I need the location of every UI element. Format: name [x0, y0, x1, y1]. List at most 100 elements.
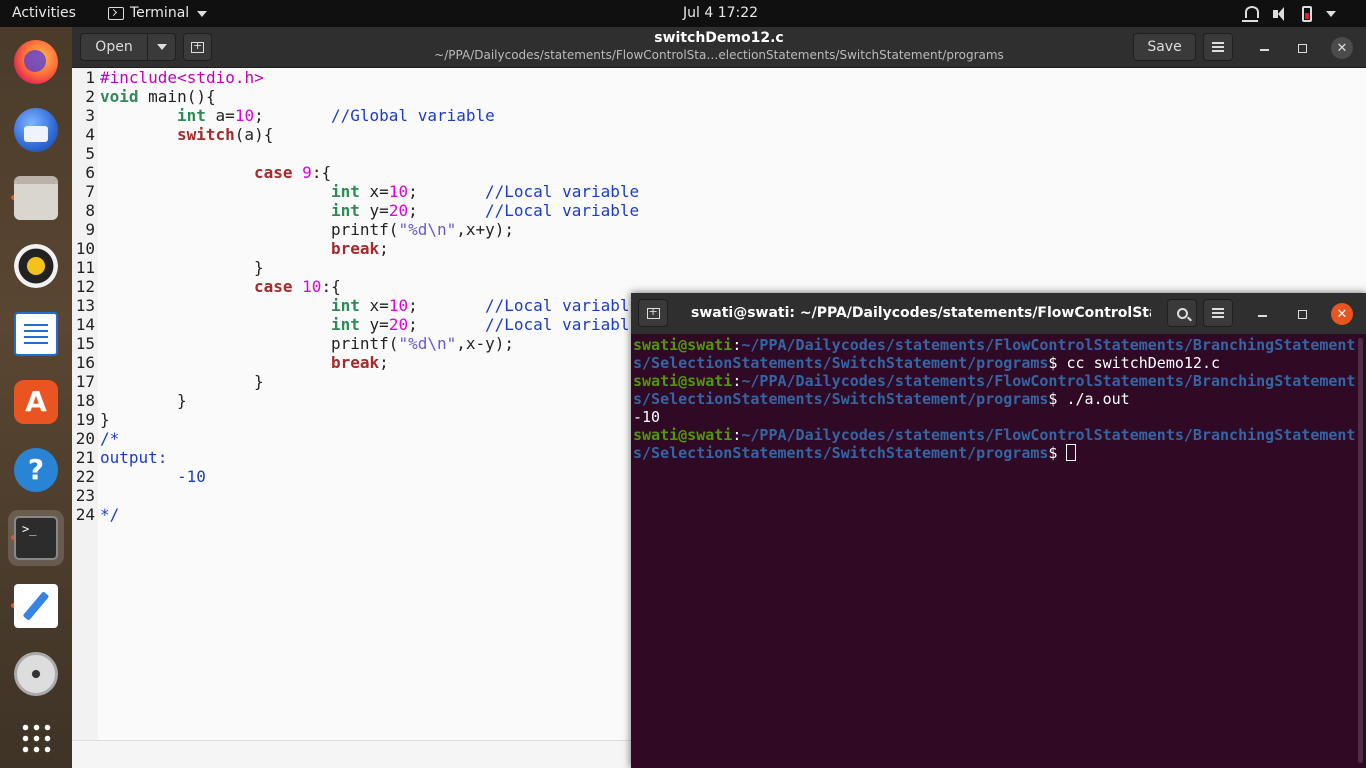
line-number: 5: [85, 144, 95, 163]
line-number: 16: [75, 353, 95, 372]
code-token: 10: [388, 296, 409, 315]
maximize-button[interactable]: [1291, 303, 1313, 325]
code-comment: /*: [100, 429, 120, 448]
show-apps-button[interactable]: [8, 710, 64, 766]
command-text: $ ./a.out: [1048, 390, 1130, 408]
code-token: 20: [388, 201, 409, 220]
code-comment: //Local variable: [485, 182, 640, 201]
maximize-button[interactable]: [1291, 37, 1313, 59]
code-token: printf(: [331, 334, 399, 353]
dock-disc[interactable]: [8, 646, 64, 702]
firefox-icon: [14, 40, 58, 84]
code-token: ,x-y);: [456, 334, 515, 353]
code-comment: //Local variable: [485, 201, 640, 220]
dock: [0, 27, 72, 768]
terminal-output[interactable]: swati@swati:~/PPA/Dailycodes/statements/…: [633, 336, 1355, 462]
line-number: 11: [75, 258, 95, 277]
line-number: 10: [75, 239, 95, 258]
code-token: ;: [379, 239, 389, 258]
program-output: -10: [633, 408, 661, 426]
new-tab-button[interactable]: [638, 299, 668, 327]
clock[interactable]: Jul 4 17:22: [683, 0, 758, 27]
menu-button[interactable]: [1203, 33, 1233, 61]
search-button[interactable]: [1167, 299, 1197, 327]
dock-terminal[interactable]: [8, 510, 64, 566]
app-center-icon: [14, 380, 58, 424]
code-token: (a){: [234, 125, 274, 144]
code-token: 10: [302, 277, 322, 296]
minimize-icon: [1259, 49, 1269, 51]
libreoffice-writer-icon: [14, 312, 58, 356]
code-token: "%d\n": [398, 220, 457, 239]
code-token: :{: [311, 163, 332, 182]
line-number: 19: [75, 410, 95, 429]
code-token: int: [331, 201, 360, 220]
code-token: y=: [359, 201, 389, 220]
code-token: :{: [321, 277, 341, 296]
close-button[interactable]: ✕: [1331, 303, 1353, 325]
code-token: 10: [388, 182, 409, 201]
line-number: 18: [75, 391, 95, 410]
code-token: 9: [302, 163, 312, 182]
code-token: "%d\n": [398, 334, 457, 353]
system-tray[interactable]: [1242, 0, 1336, 27]
code-token: void: [100, 87, 139, 106]
terminal-line: s/SelectionStatements/SwitchStatement/pr…: [633, 390, 1355, 408]
top-bar: Activities Terminal Jul 4 17:22: [0, 0, 1366, 27]
hamburger-icon: [1212, 308, 1224, 318]
code-token: int: [331, 296, 360, 315]
files-icon: [14, 176, 58, 220]
code-token: int: [177, 106, 206, 125]
battery-icon[interactable]: [1302, 5, 1312, 22]
code-token: int: [331, 182, 360, 201]
code-token: x=: [359, 182, 389, 201]
show-apps-icon: [20, 722, 52, 754]
network-icon[interactable]: [1242, 5, 1259, 22]
code-token: #include<stdio.h>: [100, 68, 264, 87]
code-token: 20: [388, 315, 409, 334]
line-number: 15: [75, 334, 95, 353]
menu-button[interactable]: [1203, 299, 1233, 327]
dock-thunderbird[interactable]: [8, 102, 64, 158]
minimize-button[interactable]: [1251, 303, 1273, 325]
minimize-button[interactable]: [1253, 37, 1275, 59]
activities-button[interactable]: Activities: [12, 0, 76, 27]
terminal-line: s/SelectionStatements/SwitchStatement/pr…: [633, 354, 1355, 372]
code-token: }: [177, 391, 187, 410]
dock-files[interactable]: [8, 170, 64, 226]
dock-help[interactable]: [8, 442, 64, 498]
scrollbar[interactable]: [1358, 338, 1363, 763]
minimize-icon: [1257, 315, 1267, 317]
dock-rhythmbox[interactable]: [8, 238, 64, 294]
command-text: $ cc switchDemo12.c: [1048, 354, 1221, 372]
code-comment: output:: [100, 448, 168, 467]
code-token: case: [254, 277, 293, 296]
code-token: x=: [359, 296, 389, 315]
dock-text-editor[interactable]: [8, 578, 64, 634]
terminal-icon: [108, 7, 124, 20]
code-token: ;: [254, 106, 264, 125]
save-button[interactable]: Save: [1133, 33, 1196, 61]
dock-app-center[interactable]: [8, 374, 64, 430]
dock-firefox[interactable]: [8, 34, 64, 90]
code-token: }: [254, 372, 264, 391]
text-editor-icon: [14, 584, 58, 628]
code-token: ;: [408, 296, 418, 315]
maximize-icon: [1297, 309, 1307, 319]
line-number: 17: [75, 372, 95, 391]
terminal-line: s/SelectionStatements/SwitchStatement/pr…: [633, 444, 1355, 462]
close-button[interactable]: ✕: [1331, 37, 1353, 59]
terminal-window: swati@swati: ~/PPA/Dailycodes/statements…: [631, 293, 1366, 768]
app-menu[interactable]: Terminal: [108, 0, 208, 27]
code-token: y=: [359, 315, 389, 334]
line-number: 23: [75, 486, 95, 505]
code-token: printf(: [331, 220, 399, 239]
chevron-down-icon[interactable]: [1326, 10, 1336, 17]
prompt-user: swati@swati: [633, 426, 733, 444]
new-tab-icon: [646, 305, 660, 319]
code-comment: -10: [177, 467, 206, 486]
help-icon: [14, 448, 58, 492]
volume-icon[interactable]: [1272, 6, 1288, 22]
search-icon: [1176, 307, 1188, 319]
dock-writer[interactable]: [8, 306, 64, 362]
